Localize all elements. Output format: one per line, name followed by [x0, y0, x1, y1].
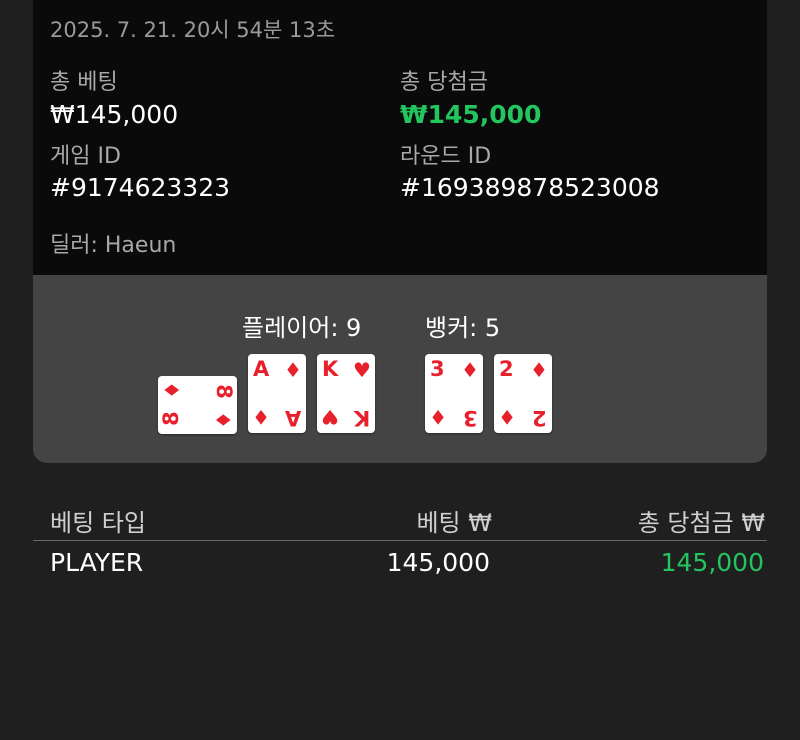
- banker-card-1: 3 ♦ 3 ♦: [425, 354, 483, 433]
- diamond-icon: ♦: [284, 358, 302, 382]
- diamond-icon: ♦: [211, 411, 236, 429]
- game-id-value: #9174623323: [50, 173, 231, 202]
- game-id-label: 게임 ID: [50, 144, 121, 169]
- column-header-bet: 베팅 ₩: [416, 509, 492, 537]
- player-card-2: A ♦ A ♦: [248, 354, 306, 433]
- column-header-bet-type: 베팅 타입: [50, 509, 146, 537]
- table-divider: [33, 540, 767, 541]
- dealer-name: 딜러: Haeun: [50, 233, 177, 258]
- card-rank: 2: [499, 357, 514, 381]
- card-rank: A: [284, 406, 301, 430]
- card-rank: 8: [212, 384, 237, 399]
- total-win-label: 총 당첨금: [400, 70, 488, 95]
- diamond-icon: ♦: [530, 358, 548, 382]
- banker-score-label: 뱅커: 5: [425, 314, 501, 342]
- diamond-icon: ♦: [461, 358, 479, 382]
- heart-icon: ♥: [321, 405, 339, 429]
- row-bet-amount: 145,000: [386, 548, 490, 577]
- column-header-total-win: 총 당첨금 ₩: [637, 509, 765, 537]
- round-id-label: 라운드 ID: [400, 144, 492, 169]
- card-rank: K: [353, 406, 370, 430]
- total-win-value: ₩145,000: [400, 100, 542, 129]
- player-card-1: 8 ♦ 8 ♦: [158, 376, 237, 434]
- round-info-card: 2025. 7. 21. 20시 54분 13초 총 베팅 ₩145,000 총…: [33, 0, 767, 275]
- card-rank: A: [253, 357, 270, 381]
- row-bet-type: PLAYER: [50, 548, 144, 577]
- round-timestamp: 2025. 7. 21. 20시 54분 13초: [50, 18, 336, 42]
- diamond-icon: ♦: [252, 405, 270, 429]
- diamond-icon: ♦: [498, 405, 516, 429]
- row-win-amount: 145,000: [660, 548, 764, 577]
- total-bet-label: 총 베팅: [50, 70, 118, 95]
- card-rank: 2: [532, 406, 547, 430]
- banker-card-2: 2 ♦ 2 ♦: [494, 354, 552, 433]
- diamond-icon: ♦: [159, 381, 184, 399]
- diamond-icon: ♦: [429, 405, 447, 429]
- heart-icon: ♥: [353, 358, 371, 382]
- player-card-3: K ♥ K ♥: [317, 354, 375, 433]
- cards-panel: 플레이어: 9 뱅커: 5 8 ♦ 8 ♦ A ♦ A ♦ K ♥ K ♥ 3 ♦ 3 ♦ 2 ♦ 2 ♦: [33, 275, 767, 463]
- card-rank: 8: [158, 411, 183, 426]
- card-rank: 3: [463, 406, 478, 430]
- card-rank: 3: [430, 357, 445, 381]
- total-bet-value: ₩145,000: [50, 100, 179, 129]
- player-score-label: 플레이어: 9: [242, 314, 362, 342]
- card-rank: K: [322, 357, 339, 381]
- round-id-value: #169389878523008: [400, 173, 660, 202]
